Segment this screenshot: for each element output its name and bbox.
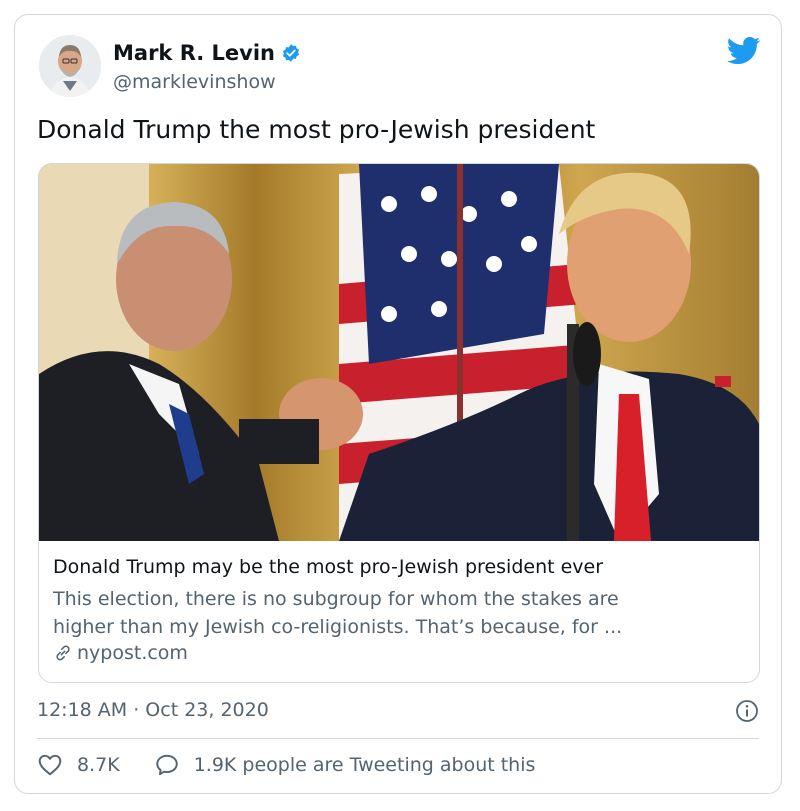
verified-badge-icon (282, 44, 300, 62)
tweet-timestamp[interactable]: 12:18 AM · Oct 23, 2020 (37, 699, 269, 721)
info-icon[interactable] (735, 699, 759, 723)
link-card-domain[interactable]: nypost.com (53, 642, 188, 664)
reply-count-text[interactable]: 1.9K people are Tweeting about this (194, 754, 536, 776)
link-card-description: This election, there is no subgroup for … (53, 585, 743, 641)
avatar-photo (39, 35, 101, 97)
like-count[interactable]: 8.7K (77, 754, 120, 776)
tweet-actions: 8.7K 1.9K people are Tweeting about this (37, 752, 569, 778)
avatar[interactable] (39, 35, 101, 97)
heart-icon (38, 754, 62, 776)
tweet-embed-card[interactable]: Mark R. Levin @marklevinshow Donald Trum… (14, 14, 782, 794)
twitter-bird-icon[interactable] (727, 37, 761, 65)
like-button[interactable]: 8.7K (37, 752, 120, 778)
link-card-domain-text[interactable]: nypost.com (77, 642, 188, 664)
link-card-title[interactable]: Donald Trump may be the most pro-Jewish … (53, 556, 603, 578)
reply-button[interactable]: 1.9K people are Tweeting about this (154, 752, 536, 778)
author-name-row[interactable]: Mark R. Levin (113, 41, 301, 65)
news-photo (39, 164, 759, 541)
divider (37, 738, 759, 739)
link-icon (56, 645, 70, 661)
link-card-description-line: This election, there is no subgroup for … (53, 588, 619, 610)
author-handle[interactable]: @marklevinshow (113, 71, 276, 93)
tweet-text: Donald Trump the most pro-Jewish preside… (37, 115, 596, 144)
link-card-description-line: higher than my Jewish co-religionists. T… (53, 616, 623, 638)
speech-bubble-icon (155, 754, 178, 776)
author-display-name[interactable]: Mark R. Levin (113, 41, 275, 65)
link-preview-card[interactable]: Donald Trump may be the most pro-Jewish … (38, 163, 760, 683)
